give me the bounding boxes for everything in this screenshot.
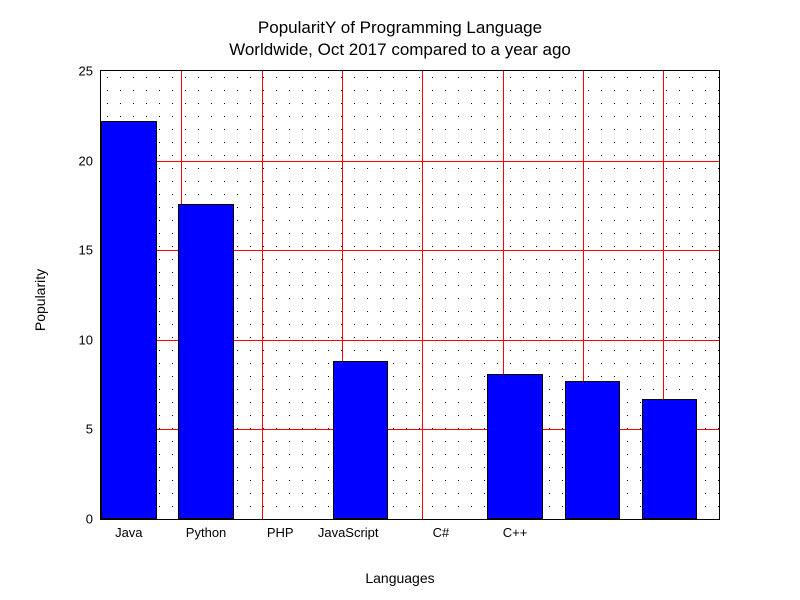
y-tick-label: 20 xyxy=(79,153,93,168)
gridline-h xyxy=(101,161,719,162)
x-axis-label: Languages xyxy=(0,570,800,586)
bar xyxy=(333,361,389,519)
x-tick-label: PHP xyxy=(267,525,294,540)
y-axis-label: Popularity xyxy=(32,269,48,331)
bar xyxy=(565,381,621,519)
gridline-v xyxy=(422,71,423,519)
x-tick-label: C++ xyxy=(503,525,528,540)
y-tick-label: 25 xyxy=(79,64,93,79)
gridline-v xyxy=(262,71,263,519)
y-tick-label: 10 xyxy=(79,332,93,347)
x-tick-label: C# xyxy=(433,525,450,540)
chart-title-line1: PopularitY of Programming Language xyxy=(0,18,800,38)
y-tick-label: 0 xyxy=(86,512,93,527)
bar xyxy=(101,121,157,519)
x-tick-label: JavaScript xyxy=(318,525,379,540)
x-tick-label: Python xyxy=(186,525,226,540)
x-tick-label: Java xyxy=(115,525,142,540)
bar xyxy=(487,374,543,519)
chart-container: PopularitY of Programming Language World… xyxy=(0,0,800,600)
y-tick-label: 15 xyxy=(79,243,93,258)
plot-area: 0510152025JavaPythonPHPJavaScriptC#C++ xyxy=(100,70,720,520)
bar xyxy=(642,399,698,519)
bar xyxy=(178,204,234,519)
y-tick-label: 5 xyxy=(86,422,93,437)
chart-title-line2: Worldwide, Oct 2017 compared to a year a… xyxy=(0,40,800,60)
